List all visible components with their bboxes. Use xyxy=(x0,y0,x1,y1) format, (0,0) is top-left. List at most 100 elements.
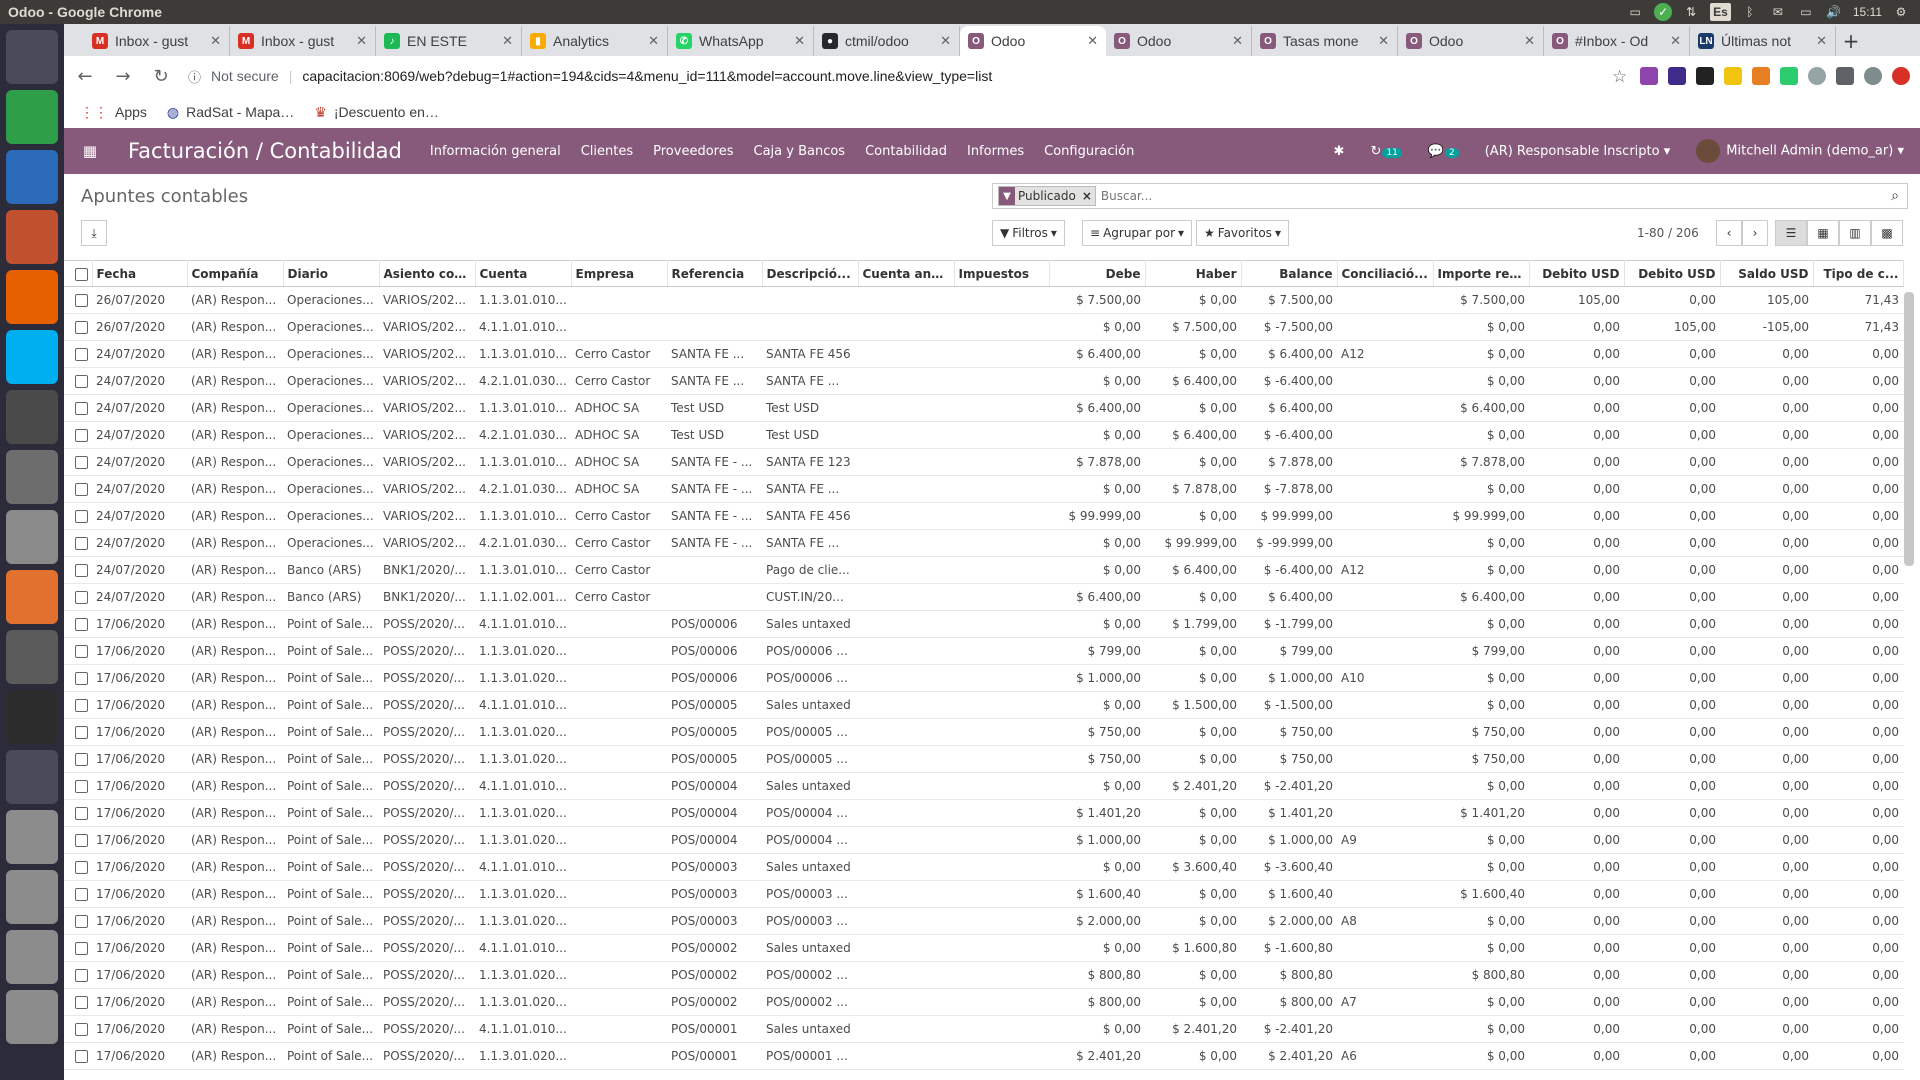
table-row[interactable]: 17/06/2020 (AR) Respon... Point of Sale...… xyxy=(64,961,1904,989)
terminal-icon[interactable] xyxy=(6,690,58,744)
search-bar[interactable]: ▼ Publicado × ⌕ xyxy=(992,183,1908,209)
column-header[interactable]: Cuenta xyxy=(475,260,572,287)
browser-tab[interactable]: O Odoo ✕ xyxy=(1398,26,1544,56)
extension-icon[interactable] xyxy=(1724,67,1742,85)
row-checkbox[interactable] xyxy=(75,726,88,739)
browser-tab[interactable]: ▮ Analytics ✕ xyxy=(522,26,668,56)
search-facet[interactable]: ▼ Publicado × xyxy=(998,186,1096,206)
disk-icon[interactable] xyxy=(6,930,58,984)
table-row[interactable]: 24/07/2020 (AR) Respon... Operaciones... VA… xyxy=(64,502,1904,530)
star-icon[interactable]: ☆ xyxy=(1612,67,1630,87)
column-header[interactable]: Cuenta anal... xyxy=(858,260,955,287)
row-checkbox[interactable] xyxy=(75,672,88,685)
browser-tab[interactable]: ● ctmil/odoo ✕ xyxy=(814,26,960,56)
impress-icon[interactable] xyxy=(6,210,58,264)
close-icon[interactable]: ✕ xyxy=(1378,33,1389,49)
column-header[interactable]: Debe xyxy=(1049,260,1146,287)
row-checkbox[interactable] xyxy=(75,483,88,496)
profile-avatar[interactable] xyxy=(1864,67,1882,85)
close-icon[interactable]: ✕ xyxy=(1670,33,1681,49)
row-checkbox[interactable] xyxy=(75,753,88,766)
table-row[interactable]: 17/06/2020 (AR) Respon... Point of Sale...… xyxy=(64,610,1904,638)
table-row[interactable]: 17/06/2020 (AR) Respon... Point of Sale...… xyxy=(64,799,1904,827)
table-row[interactable]: 24/07/2020 (AR) Respon... Operaciones... VA… xyxy=(64,340,1904,368)
media-icon[interactable] xyxy=(1836,67,1854,85)
table-row[interactable]: 17/06/2020 (AR) Respon... Point of Sale...… xyxy=(64,1042,1904,1070)
pivot-view-button[interactable]: ▦ xyxy=(1807,220,1839,246)
column-header[interactable]: Empresa xyxy=(571,260,668,287)
table-row[interactable]: 17/06/2020 (AR) Respon... Point of Sale...… xyxy=(64,691,1904,719)
table-row[interactable]: 26/07/2020 (AR) Respon... Operaciones... VA… xyxy=(64,313,1904,341)
row-checkbox[interactable] xyxy=(75,915,88,928)
column-header[interactable]: Debito USD xyxy=(1624,260,1721,287)
row-checkbox[interactable] xyxy=(75,294,88,307)
forward-icon[interactable]: → xyxy=(112,66,134,87)
writer-icon[interactable] xyxy=(6,150,58,204)
close-icon[interactable]: ✕ xyxy=(794,33,805,49)
pager-next[interactable]: › xyxy=(1742,220,1768,246)
column-header[interactable]: Saldo USD xyxy=(1720,260,1814,287)
bookmark-item[interactable]: ♛ ¡Descuento en… xyxy=(314,104,439,121)
skype-icon[interactable] xyxy=(6,330,58,384)
table-row[interactable]: 17/06/2020 (AR) Respon... Point of Sale...… xyxy=(64,988,1904,1016)
bluetooth-icon[interactable]: ᛒ xyxy=(1741,3,1759,21)
reload-icon[interactable]: ↻ xyxy=(150,66,172,87)
row-checkbox[interactable] xyxy=(75,834,88,847)
table-row[interactable]: 17/06/2020 (AR) Respon... Point of Sale...… xyxy=(64,637,1904,665)
browser-tab[interactable]: O Odoo ✕ xyxy=(1106,26,1252,56)
column-header[interactable]: Referencia xyxy=(667,260,763,287)
filters-button[interactable]: ▼ Filtros ▾ xyxy=(992,220,1065,246)
table-row[interactable]: 17/06/2020 (AR) Respon... Point of Sale...… xyxy=(64,664,1904,692)
row-checkbox[interactable] xyxy=(75,969,88,982)
browser-tab[interactable]: O Tasas mone ✕ xyxy=(1252,26,1398,56)
disk-icon[interactable] xyxy=(6,870,58,924)
close-icon[interactable]: ✕ xyxy=(1816,33,1827,49)
disk-icon[interactable] xyxy=(6,810,58,864)
battery-icon[interactable]: ▭ xyxy=(1797,3,1815,21)
menu-dots-icon[interactable] xyxy=(1892,67,1910,85)
select-all-checkbox[interactable] xyxy=(75,267,88,281)
close-icon[interactable]: ✕ xyxy=(356,33,367,49)
row-checkbox[interactable] xyxy=(75,618,88,631)
menu-item[interactable]: Contabilidad xyxy=(865,144,947,159)
menu-item[interactable]: Configuración xyxy=(1044,144,1134,159)
app-title[interactable]: Facturación / Contabilidad xyxy=(128,139,402,163)
files-icon[interactable] xyxy=(6,510,58,564)
column-header[interactable]: Balance xyxy=(1241,260,1338,287)
messages-icon[interactable]: 💬 2 xyxy=(1428,144,1459,159)
address-bar[interactable]: ⓘ Not secure | capacitacion:8069/web?deb… xyxy=(188,61,1596,91)
back-icon[interactable]: ← xyxy=(74,66,96,87)
row-checkbox[interactable] xyxy=(75,780,88,793)
menu-item[interactable]: Informes xyxy=(967,144,1024,159)
row-checkbox[interactable] xyxy=(75,888,88,901)
extension-icon[interactable] xyxy=(1640,67,1658,85)
row-checkbox[interactable] xyxy=(75,537,88,550)
extension-icon[interactable] xyxy=(1696,67,1714,85)
extension-icon[interactable] xyxy=(1780,67,1798,85)
column-header[interactable]: Diario xyxy=(283,260,380,287)
url-text[interactable]: capacitacion:8069/web?debug=1#action=194… xyxy=(302,68,992,84)
browser-tab[interactable]: O #Inbox - Od ✕ xyxy=(1544,26,1690,56)
row-checkbox[interactable] xyxy=(75,402,88,415)
clock[interactable]: 15:11 xyxy=(1853,3,1882,21)
close-icon[interactable]: ✕ xyxy=(210,33,221,49)
column-header[interactable]: Impuestos xyxy=(954,260,1050,287)
table-row[interactable]: 17/06/2020 (AR) Respon... Point of Sale...… xyxy=(64,853,1904,881)
bookmark-item[interactable]: ⋮⋮ Apps xyxy=(80,104,147,121)
browser-tab[interactable]: ♪ EN ESTE ✕ xyxy=(376,26,522,56)
row-checkbox[interactable] xyxy=(75,699,88,712)
row-checkbox[interactable] xyxy=(75,321,88,334)
column-header[interactable]: Haber xyxy=(1145,260,1242,287)
row-checkbox[interactable] xyxy=(75,942,88,955)
row-checkbox[interactable] xyxy=(75,348,88,361)
close-icon[interactable]: ✕ xyxy=(940,33,951,49)
extension-icon[interactable] xyxy=(1752,67,1770,85)
column-header[interactable]: Importe res... xyxy=(1433,260,1530,287)
favorites-button[interactable]: ★ Favoritos ▾ xyxy=(1196,220,1289,246)
table-row[interactable]: 17/06/2020 (AR) Respon... Point of Sale...… xyxy=(64,718,1904,746)
chrome-icon[interactable] xyxy=(6,390,58,444)
search-input[interactable] xyxy=(1100,189,1883,203)
firefox-icon[interactable] xyxy=(6,270,58,324)
table-row[interactable]: 24/07/2020 (AR) Respon... Operaciones... VA… xyxy=(64,421,1904,449)
table-row[interactable]: 17/06/2020 (AR) Respon... Point of Sale...… xyxy=(64,907,1904,935)
